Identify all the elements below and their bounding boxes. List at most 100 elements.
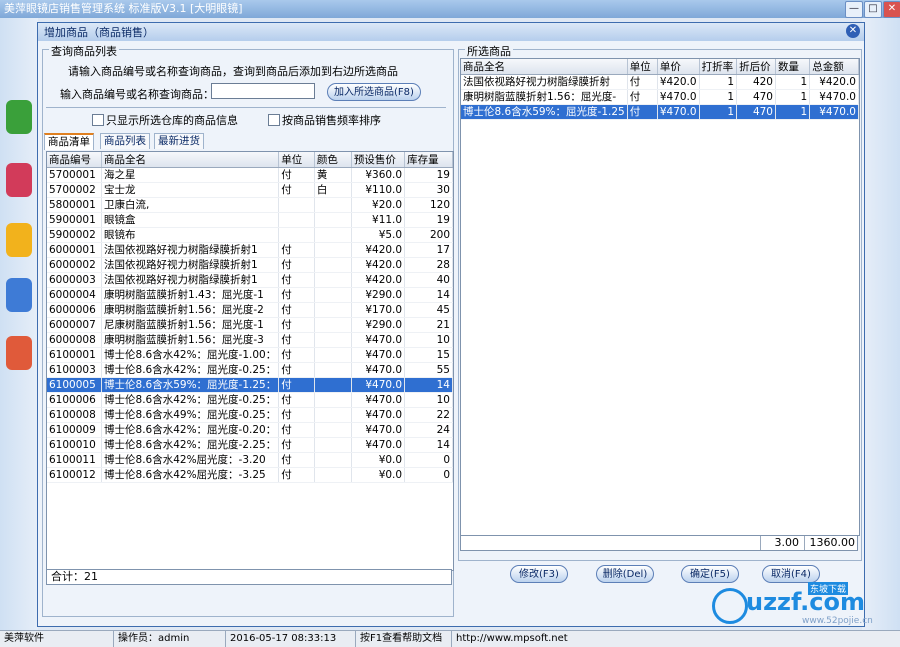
table-cell: ¥470.0 <box>809 104 859 120</box>
tab-product-list[interactable]: 商品列表 <box>100 133 150 149</box>
delete-button[interactable]: 删除(Del) <box>596 565 654 583</box>
product-row[interactable]: 6000007 尼康树脂蓝膜折射1.56：屈光度-1 付 ¥290.0 21 <box>47 317 453 333</box>
watermark: uzzf.com 东坡下载 www.52pojie.cn <box>712 582 873 626</box>
product-row[interactable]: 6000002 法国依视路好视力树脂绿膜折射1 付 ¥420.0 28 <box>47 257 453 273</box>
column-header[interactable]: 数量 <box>775 59 811 75</box>
column-header[interactable]: 商品全名 <box>461 59 628 75</box>
product-row[interactable]: 6000004 康明树脂蓝膜折射1.43：屈光度-1 付 ¥290.0 14 <box>47 287 453 303</box>
table-cell: 白 <box>314 182 352 198</box>
table-cell <box>314 452 352 468</box>
product-row[interactable]: 6100005 博士伦8.6含水59%：屈光度-1.25：付 ¥470.0 14 <box>47 377 453 393</box>
status-company: 美萍软件 <box>0 631 114 647</box>
table-cell: 6000004 <box>47 287 103 303</box>
selected-row[interactable]: 法国依视路好视力树脂绿膜折射付 ¥420.0 1 420 1 ¥420.0 <box>461 74 859 90</box>
column-header[interactable]: 折后价 <box>736 59 776 75</box>
add-product-dialog: 增加商品（商品销售） ✕ 查询商品列表 请输入商品编号或名称查询商品，查询到商品… <box>37 22 865 627</box>
selected-summary: 3.00 1360.00 <box>460 535 858 551</box>
table-cell: 博士伦8.6含水42%：屈光度-2.25： <box>101 437 280 453</box>
table-cell <box>314 332 352 348</box>
table-cell: 30 <box>404 182 453 198</box>
table-cell: 康明树脂蓝膜折射1.43：屈光度-1 <box>101 287 280 303</box>
product-row[interactable]: 6100008 博士伦8.6含水49%：屈光度-0.25：付 ¥470.0 22 <box>47 407 453 423</box>
table-cell: ¥470.0 <box>351 377 406 393</box>
tab-latest-stock[interactable]: 最新进货 <box>154 133 204 149</box>
selected-row[interactable]: 康明树脂蓝膜折射1.56：屈光度- 付 ¥470.0 1 470 1 ¥470.0 <box>461 89 859 105</box>
product-row[interactable]: 6000001 法国依视路好视力树脂绿膜折射1 付 ¥420.0 17 <box>47 242 453 258</box>
tab-strip: 商品清单 商品列表 最新进货 <box>44 133 244 150</box>
product-row[interactable]: 5700002 宝士龙付白 ¥110.0 30 <box>47 182 453 198</box>
table-cell: 14 <box>404 437 453 453</box>
table-cell: 28 <box>404 257 453 273</box>
add-selected-button[interactable]: 加入所选商品(F8) <box>327 83 421 101</box>
report-icon[interactable] <box>6 278 32 312</box>
product-row[interactable]: 6000003 法国依视路好视力树脂绿膜折射1 付 ¥420.0 40 <box>47 272 453 288</box>
tab-product-inventory[interactable]: 商品清单 <box>44 133 94 150</box>
column-header[interactable]: 颜色 <box>314 152 352 168</box>
table-cell: 470 <box>736 104 776 120</box>
product-row[interactable]: 6100010 博士伦8.6含水42%：屈光度-2.25：付 ¥470.0 14 <box>47 437 453 453</box>
column-header[interactable]: 单价 <box>657 59 700 75</box>
column-header[interactable]: 打折率 <box>699 59 738 75</box>
star-icon[interactable] <box>6 223 32 257</box>
product-row[interactable]: 6100003 博士伦8.6含水42%：屈光度-0.25：付 ¥470.0 55 <box>47 362 453 378</box>
edit-button[interactable]: 修改(F3) <box>510 565 568 583</box>
column-header[interactable]: 商品编号 <box>47 152 103 168</box>
sort-frequency-checkbox[interactable] <box>268 114 280 126</box>
product-row[interactable]: 6000008 康明树脂蓝膜折射1.56：屈光度-3 付 ¥470.0 10 <box>47 332 453 348</box>
product-row[interactable]: 6100012 博士伦8.6含水42%屈光度：-3.25 付 ¥0.0 0 <box>47 467 453 483</box>
product-row[interactable]: 5700001 海之星付黄 ¥360.0 19 <box>47 167 453 183</box>
column-header[interactable]: 单位 <box>278 152 315 168</box>
table-cell: ¥420.0 <box>657 74 700 90</box>
only-warehouse-checkbox[interactable] <box>92 114 104 126</box>
cancel-button[interactable]: 取消(F4) <box>762 565 820 583</box>
table-cell <box>314 467 352 483</box>
product-row[interactable]: 6100011 博士伦8.6含水42%屈光度：-3.20 付 ¥0.0 0 <box>47 452 453 468</box>
sales-icon[interactable] <box>6 163 32 197</box>
product-row[interactable]: 6100009 博士伦8.6含水42%：屈光度-0.20：付 ¥470.0 24 <box>47 422 453 438</box>
product-row[interactable]: 5900002 眼镜布 ¥5.0 200 <box>47 227 453 243</box>
product-row[interactable]: 6100001 博士伦8.6含水42%：屈光度-1.00：付 ¥470.0 15 <box>47 347 453 363</box>
table-cell: ¥470.0 <box>809 89 859 105</box>
minimize-button[interactable]: — <box>845 1 863 18</box>
product-row[interactable]: 5800001 卫康白流, ¥20.0 120 <box>47 197 453 213</box>
table-cell: 博士伦8.6含水59%：屈光度-1.25 <box>461 104 628 120</box>
table-cell: 付 <box>278 317 315 333</box>
column-header[interactable]: 预设售价 <box>351 152 406 168</box>
product-row[interactable]: 6000006 康明树脂蓝膜折射1.56：屈光度-2 付 ¥170.0 45 <box>47 302 453 318</box>
table-cell: 付 <box>278 437 315 453</box>
table-cell: 14 <box>404 377 453 393</box>
selected-table[interactable]: 商品全名 单位 单价 打折率 折后价 数量 总金额 法国依视路好视力树脂绿膜折射付 ¥420.… <box>460 58 860 536</box>
divider <box>46 107 446 108</box>
app-close-button[interactable]: ✕ <box>883 1 900 18</box>
query-hint: 请输入商品编号或名称查询商品，查询到商品后添加到右边所选商品 <box>68 65 398 78</box>
table-cell <box>314 242 352 258</box>
add-icon[interactable] <box>6 100 32 134</box>
table-cell: 17 <box>404 242 453 258</box>
table-cell <box>314 212 352 228</box>
maximize-button[interactable]: □ <box>864 1 882 18</box>
column-header[interactable]: 总金额 <box>809 59 859 75</box>
product-row[interactable]: 5900001 眼镜盒 ¥11.0 19 <box>47 212 453 228</box>
app-title: 美萍眼镜店销售管理系统 标准版V3.1 [大明眼镜] <box>4 2 243 15</box>
confirm-button[interactable]: 确定(F5) <box>681 565 739 583</box>
table-cell: 420 <box>736 74 776 90</box>
table-cell <box>314 257 352 273</box>
table-cell: 10 <box>404 332 453 348</box>
column-header[interactable]: 商品全名 <box>101 152 280 168</box>
table-cell: 6000006 <box>47 302 103 318</box>
product-row[interactable]: 6100006 博士伦8.6含水42%：屈光度-0.25：付 ¥470.0 10 <box>47 392 453 408</box>
app-titlebar: 美萍眼镜店销售管理系统 标准版V3.1 [大明眼镜] <box>0 0 900 18</box>
sort-frequency-label: 按商品销售频率排序 <box>282 114 381 127</box>
search-input[interactable] <box>211 83 315 99</box>
selected-row[interactable]: 博士伦8.6含水59%：屈光度-1.25 付 ¥470.0 1 470 1 ¥470.0 <box>461 104 859 120</box>
column-header[interactable]: 单位 <box>627 59 658 75</box>
table-cell: 5800001 <box>47 197 103 213</box>
table-cell: 45 <box>404 302 453 318</box>
status-datetime: 2016-05-17 08:33:13 <box>226 631 356 647</box>
product-table[interactable]: 商品编号 商品全名 单位 颜色 预设售价 库存量 5700001 海之星付黄 ¥360.0 19… <box>46 151 454 571</box>
table-cell: 博士伦8.6含水59%：屈光度-1.25： <box>101 377 280 393</box>
dialog-close-button[interactable]: ✕ <box>846 24 860 38</box>
column-header[interactable]: 库存量 <box>404 152 453 168</box>
table-cell: ¥470.0 <box>657 104 700 120</box>
tag-icon[interactable] <box>6 336 32 370</box>
